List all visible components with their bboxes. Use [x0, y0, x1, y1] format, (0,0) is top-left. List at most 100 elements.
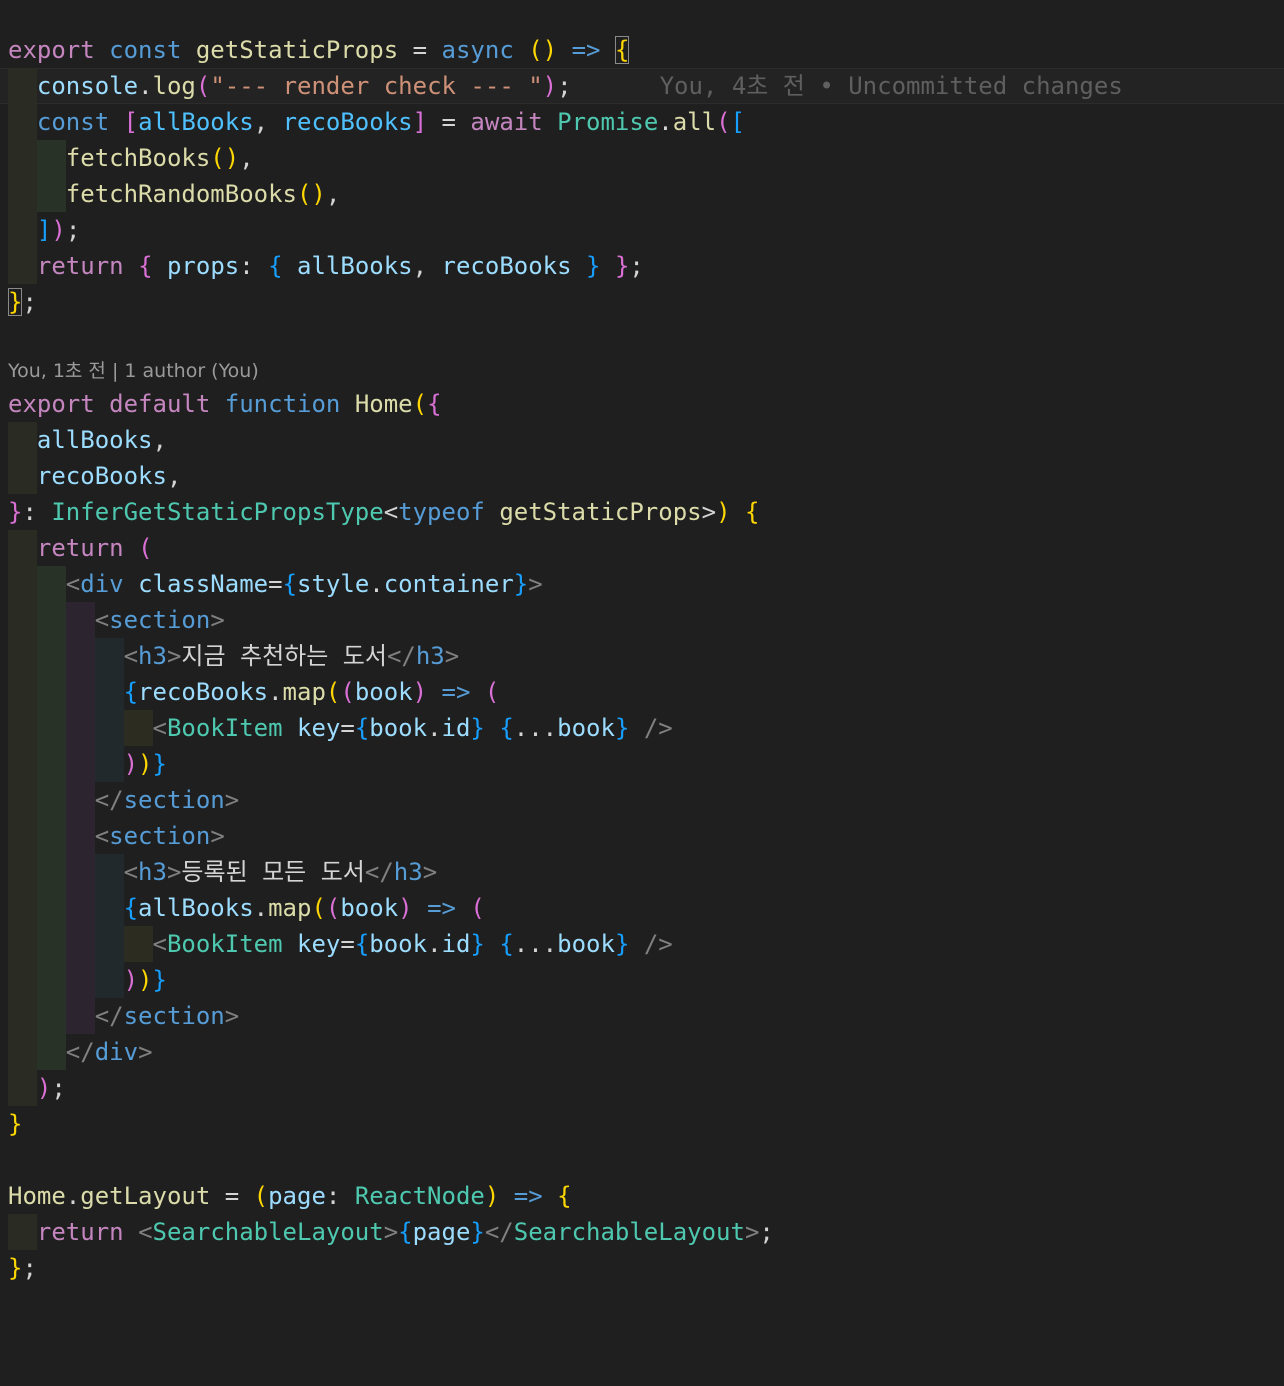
bracket-match-highlight: { — [614, 36, 630, 64]
code-line[interactable]: export const getStaticProps = async () =… — [0, 32, 1284, 68]
jsx-component-SearchableLayout: SearchableLayout — [513, 1218, 745, 1246]
code-line[interactable]: <section> — [0, 602, 1284, 638]
code-line[interactable]: export default function Home({ — [0, 386, 1284, 422]
identifier-map: map — [282, 678, 326, 706]
identifier-Promise: Promise — [557, 108, 659, 136]
identifier-log: log — [152, 72, 196, 100]
code-line[interactable]: fetchRandomBooks(), — [0, 176, 1284, 212]
identifier-book: book — [557, 714, 615, 742]
code-line[interactable]: <h3>지금 추천하는 도서</h3> — [0, 638, 1284, 674]
identifier-book: book — [369, 930, 428, 958]
identifier-allBooks: allBooks — [138, 108, 254, 136]
code-line[interactable]: <h3>등록된 모든 도서</h3> — [0, 854, 1284, 890]
code-line[interactable]: } — [0, 1106, 1284, 1142]
code-line[interactable]: return { props: { allBooks, recoBooks } … — [0, 248, 1284, 284]
code-line[interactable]: <BookItem key={book.id} {...book} /> — [0, 926, 1284, 962]
jsx-component-SearchableLayout: SearchableLayout — [152, 1218, 384, 1246]
code-line[interactable]: }: InferGetStaticPropsType<typeof getSta… — [0, 494, 1284, 530]
jsx-tag-div: div — [80, 570, 124, 598]
identifier-Home: Home — [354, 390, 413, 418]
jsx-attr-key: key — [297, 930, 341, 958]
code-line[interactable]: }; — [0, 284, 1284, 320]
code-line[interactable]: recoBooks, — [0, 458, 1284, 494]
code-line[interactable]: Home.getLayout = (page: ReactNode) => { — [0, 1178, 1284, 1214]
codelens-git-authors[interactable]: You, 1초 전 | 1 author (You) — [8, 354, 259, 388]
keyword-const: const — [36, 108, 110, 136]
keyword-typeof: typeof — [398, 498, 485, 526]
keyword-await: await — [470, 108, 543, 136]
identifier-getLayout: getLayout — [80, 1182, 211, 1210]
identifier-getStaticProps: getStaticProps — [499, 498, 702, 526]
jsx-tag-section: section — [123, 1002, 225, 1030]
code-line[interactable]: ))} — [0, 962, 1284, 998]
identifier-recoBooks: recoBooks — [441, 252, 572, 280]
identifier-fetchRandomBooks: fetchRandomBooks — [65, 180, 297, 208]
code-line[interactable]: return ( — [0, 530, 1284, 566]
current-code-line[interactable]: console.log("--- render check --- "); You… — [0, 68, 1284, 104]
keyword-default: default — [109, 390, 211, 418]
string-literal: "--- render check --- " — [210, 72, 543, 100]
jsx-component-BookItem: BookItem — [166, 714, 283, 742]
jsx-tag-h3: h3 — [415, 642, 445, 670]
code-line[interactable]: const [allBooks, recoBooks] = await Prom… — [0, 104, 1284, 140]
identifier-props: props — [166, 252, 240, 280]
identifier-recoBooks: recoBooks — [282, 108, 413, 136]
identifier-book: book — [557, 930, 615, 958]
identifier-page: page — [268, 1182, 326, 1210]
bracket-match-highlight: } — [8, 288, 23, 316]
code-line[interactable]: allBooks, — [0, 422, 1284, 458]
jsx-tag-section: section — [109, 822, 211, 850]
jsx-attr-className: className — [138, 570, 269, 598]
identifier-fetchBooks: fetchBooks — [65, 144, 211, 172]
code-line[interactable]: <section> — [0, 818, 1284, 854]
code-line[interactable]: {allBooks.map((book) => ( — [0, 890, 1284, 926]
keyword-function: function — [224, 390, 341, 418]
identifier-book: book — [340, 894, 399, 922]
code-line[interactable]: }; — [0, 1250, 1284, 1286]
identifier-ReactNode: ReactNode — [354, 1182, 485, 1210]
keyword-return: return — [36, 534, 124, 562]
code-editor[interactable]: export const getStaticProps = async () =… — [0, 0, 1284, 1386]
keyword-return: return — [36, 1218, 124, 1246]
jsx-tag-h3: h3 — [393, 858, 423, 886]
code-line[interactable]: </section> — [0, 782, 1284, 818]
code-line[interactable]: {recoBooks.map((book) => ( — [0, 674, 1284, 710]
code-line[interactable]: <div className={style.container}> — [0, 566, 1284, 602]
identifier-id: id — [441, 714, 471, 742]
code-line[interactable]: return <SearchableLayout>{page}</Searcha… — [0, 1214, 1284, 1250]
identifier-recoBooks: recoBooks — [138, 678, 269, 706]
code-line[interactable]: fetchBooks(), — [0, 140, 1284, 176]
jsx-component-BookItem: BookItem — [166, 930, 283, 958]
code-line[interactable]: <BookItem key={book.id} {...book} /> — [0, 710, 1284, 746]
jsx-tag-section: section — [123, 786, 225, 814]
identifier-all: all — [672, 108, 717, 136]
inline-git-blame[interactable]: You, 4초 전 • Uncommitted changes — [660, 72, 1123, 100]
identifier-book: book — [369, 714, 428, 742]
identifier-map: map — [268, 894, 312, 922]
keyword-export: export — [8, 36, 95, 64]
code-line[interactable]: </div> — [0, 1034, 1284, 1070]
identifier-InferGetStaticPropsType: InferGetStaticPropsType — [51, 498, 384, 526]
identifier-book: book — [354, 678, 413, 706]
keyword-async: async — [441, 36, 514, 64]
code-line[interactable]: ); — [0, 1070, 1284, 1106]
keyword-return: return — [36, 252, 124, 280]
identifier-console: console — [36, 72, 139, 100]
code-line[interactable]: </section> — [0, 998, 1284, 1034]
keyword-export: export — [8, 390, 95, 418]
jsx-tag-h3: h3 — [138, 642, 167, 670]
jsx-tag-section: section — [109, 606, 211, 634]
jsx-tag-div: div — [94, 1038, 139, 1066]
identifier-allBooks: allBooks — [297, 252, 413, 280]
jsx-text-heading: 등록된 모든 도서 — [181, 858, 365, 886]
identifier-allBooks: allBooks — [36, 426, 153, 454]
code-line[interactable]: ))} — [0, 746, 1284, 782]
identifier-id: id — [441, 930, 471, 958]
jsx-text-heading: 지금 추천하는 도서 — [181, 642, 387, 670]
jsx-tag-h3: h3 — [138, 858, 167, 886]
code-line[interactable]: ]); — [0, 212, 1284, 248]
identifier-allBooks: allBooks — [138, 894, 254, 922]
identifier-style: style — [297, 570, 370, 598]
identifier-container: container — [383, 570, 514, 598]
identifier-Home: Home — [8, 1182, 66, 1210]
